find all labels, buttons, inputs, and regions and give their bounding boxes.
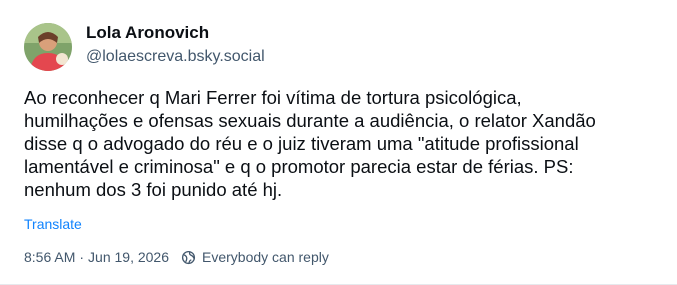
post-text-line: nenhum dos 3 foi punido até hj. bbox=[24, 179, 283, 200]
post-text-line: lamentável e criminosa" e q o promotor p… bbox=[24, 156, 574, 177]
post-text-line: humilhações e ofensas sexuais durante a … bbox=[24, 110, 596, 131]
post-text-line: disse q o advogado do réu e o juiz tiver… bbox=[24, 133, 579, 154]
post-text-line: Ao reconhecer q Mari Ferrer foi vítima d… bbox=[24, 87, 522, 108]
globe-icon bbox=[181, 250, 196, 265]
meta-separator: · bbox=[79, 249, 85, 265]
author-display-name[interactable]: Lola Aronovich bbox=[86, 23, 209, 43]
reply-setting: Everybody can reply bbox=[181, 249, 329, 265]
post-time[interactable]: 8:56 AM bbox=[24, 249, 75, 265]
translate-link[interactable]: Translate bbox=[24, 216, 82, 232]
author-handle[interactable]: @lolaescreva.bsky.social bbox=[86, 48, 265, 66]
avatar[interactable] bbox=[24, 23, 72, 71]
post-text: Ao reconhecer q Mari Ferrer foi vítima d… bbox=[24, 86, 664, 201]
avatar-image bbox=[24, 23, 72, 71]
post-meta: 8:56 AM · Jun 19, 2026 Everybody can rep… bbox=[24, 249, 329, 265]
post-card: Lola Aronovich @lolaescreva.bsky.social … bbox=[0, 0, 677, 285]
post-date[interactable]: Jun 19, 2026 bbox=[88, 249, 169, 265]
reply-setting-label: Everybody can reply bbox=[202, 249, 329, 265]
